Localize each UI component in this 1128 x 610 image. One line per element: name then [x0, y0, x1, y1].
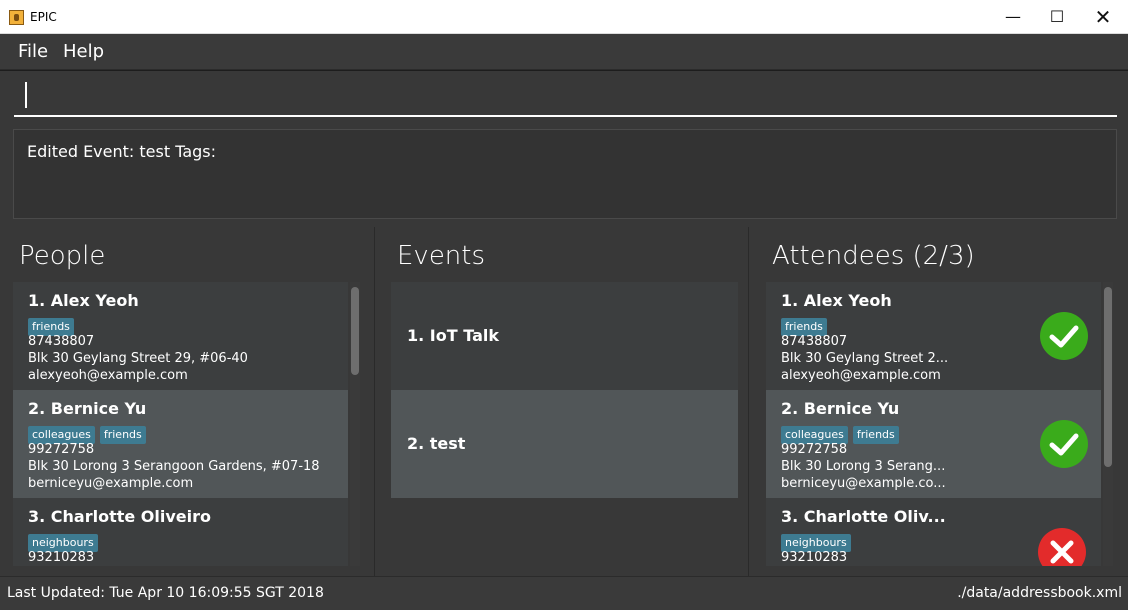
result-display: Edited Event: test Tags: [0, 123, 1128, 227]
person-tags: friends [28, 315, 79, 336]
attendee-email: alexyeoh@example.com [781, 368, 941, 383]
event-card[interactable]: 1. IoT Talk [391, 282, 738, 390]
attendee-tags: neighbours [781, 531, 856, 552]
status-bar: Last Updated: Tue Apr 10 16:09:55 SGT 20… [0, 576, 1128, 610]
people-list[interactable]: 1. Alex Yeoh friends 87438807 Blk 30 Gey… [13, 282, 348, 566]
tag: friends [852, 426, 899, 444]
attendee-phone: 87438807 [781, 334, 848, 349]
attendee-card[interactable]: 1. Alex Yeoh friends 87438807 Blk 30 Gey… [766, 282, 1101, 390]
result-box: Edited Event: test Tags: [13, 129, 1117, 219]
attendees-panel: Attendees (2/3) 1. Alex Yeoh friends 874… [749, 227, 1128, 576]
attendee-tags: friends [781, 315, 832, 336]
maximize-button[interactable]: ☐ [1034, 0, 1080, 34]
attendees-scrollbar[interactable] [1103, 282, 1113, 566]
tag: friends [99, 426, 146, 444]
attendee-card[interactable]: 3. Charlotte Oliv... neighbours 93210283 [766, 498, 1101, 566]
attendee-phone: 93210283 [781, 550, 848, 565]
attendee-card[interactable]: 2. Bernice Yu colleagues friends 99272758… [766, 390, 1101, 498]
attendee-name: 3. Charlotte Oliv... [781, 507, 946, 526]
menu-file[interactable]: File [18, 41, 48, 62]
event-card[interactable]: 2. test [391, 390, 738, 498]
attendee-name: 2. Bernice Yu [781, 399, 900, 418]
check-icon [1040, 312, 1088, 360]
events-panel: Events 1. IoT Talk 2. test [375, 227, 748, 576]
close-button[interactable]: ✕ [1080, 0, 1126, 34]
person-email: alexyeoh@example.com [28, 368, 188, 383]
people-scroll-thumb[interactable] [351, 287, 359, 375]
minimize-button[interactable]: — [990, 0, 1036, 34]
cross-icon [1038, 528, 1086, 566]
attendee-tags: colleagues friends [781, 423, 904, 444]
attendee-name: 1. Alex Yeoh [781, 291, 892, 310]
events-list[interactable]: 1. IoT Talk 2. test [391, 282, 738, 566]
person-tags: neighbours [28, 531, 103, 552]
person-address: Blk 30 Lorong 3 Serangoon Gardens, #07-1… [28, 459, 320, 474]
app-icon [9, 10, 24, 25]
person-card[interactable]: 3. Charlotte Oliveiro neighbours 9321028… [13, 498, 348, 566]
attendee-address: Blk 30 Geylang Street 2... [781, 351, 949, 366]
person-name: 2. Bernice Yu [28, 399, 147, 418]
attendee-phone: 99272758 [781, 442, 848, 457]
result-text: Edited Event: test Tags: [27, 142, 217, 161]
title-bar: EPIC — ☐ ✕ [0, 0, 1128, 34]
person-phone: 93210283 [28, 550, 95, 565]
person-name: 1. Alex Yeoh [28, 291, 139, 310]
person-name: 3. Charlotte Oliveiro [28, 507, 212, 526]
person-card[interactable]: 2. Bernice Yu colleagues friends 99272758… [13, 390, 348, 498]
people-panel-title: People [19, 241, 106, 271]
window-title: EPIC [30, 10, 57, 24]
save-location-text: ./data/addressbook.xml [957, 585, 1122, 601]
person-card[interactable]: 1. Alex Yeoh friends 87438807 Blk 30 Gey… [13, 282, 348, 390]
person-address: Blk 30 Geylang Street 29, #06-40 [28, 351, 248, 366]
menu-bar: File Help [0, 34, 1128, 70]
last-updated-text: Last Updated: Tue Apr 10 16:09:55 SGT 20… [7, 585, 324, 601]
command-input[interactable] [14, 77, 1117, 117]
person-tags: colleagues friends [28, 423, 151, 444]
person-email: berniceyu@example.com [28, 476, 194, 491]
attendee-email: berniceyu@example.co... [781, 476, 946, 491]
command-box [0, 71, 1128, 123]
text-caret [25, 82, 27, 108]
event-name: 1. IoT Talk [407, 326, 499, 345]
attendees-list[interactable]: 1. Alex Yeoh friends 87438807 Blk 30 Gey… [766, 282, 1101, 566]
person-phone: 99272758 [28, 442, 95, 457]
menu-help[interactable]: Help [63, 41, 104, 62]
check-icon [1040, 420, 1088, 468]
person-phone: 87438807 [28, 334, 95, 349]
attendees-scroll-thumb[interactable] [1104, 287, 1112, 467]
event-name: 2. test [407, 434, 466, 453]
people-scrollbar[interactable] [350, 282, 360, 566]
attendee-address: Blk 30 Lorong 3 Serang... [781, 459, 946, 474]
people-panel: People 1. Alex Yeoh friends 87438807 Blk… [0, 227, 374, 576]
events-panel-title: Events [397, 241, 486, 271]
attendees-panel-title: Attendees (2/3) [772, 241, 975, 271]
